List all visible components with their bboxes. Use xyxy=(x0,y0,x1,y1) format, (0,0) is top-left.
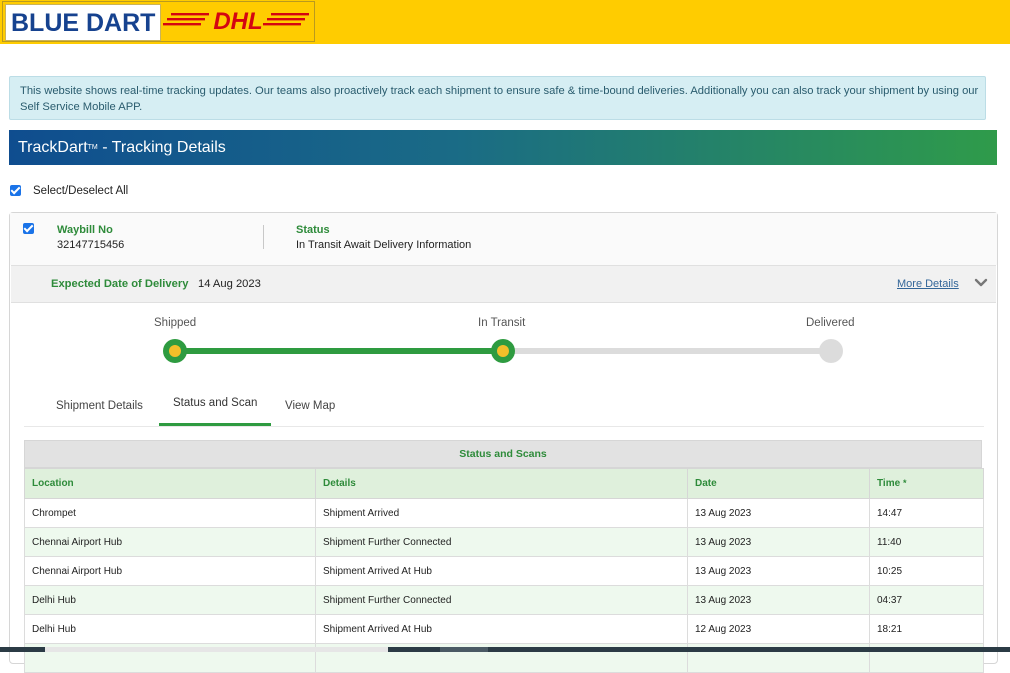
dhl-logo: DHL xyxy=(163,4,313,39)
waybill-label: Waybill No xyxy=(57,224,113,236)
cell-location: Delhi Hub xyxy=(24,585,316,615)
cell-time: 14:47 xyxy=(869,498,984,528)
column-header-location[interactable]: Location xyxy=(24,468,316,499)
step-label-shipped: Shipped xyxy=(154,317,197,329)
cell-location: Delhi Hub xyxy=(24,614,316,644)
column-header-date[interactable]: Date xyxy=(687,468,870,499)
trademark-mark: TM xyxy=(87,144,98,151)
cell-date: 13 Aug 2023 xyxy=(687,585,870,615)
cell-time: 18:21 xyxy=(869,614,984,644)
table-row: Delhi Hub Shipment Further Connected 13 … xyxy=(24,585,984,615)
dhl-logo-text: DHL xyxy=(213,8,262,35)
step-node-in-transit xyxy=(491,339,515,363)
scrollbar-thumb[interactable] xyxy=(45,647,388,652)
cell-details: Shipment Further Connected xyxy=(315,585,688,615)
brand-logo[interactable]: BLUE DART DHL xyxy=(2,1,315,42)
shipment-summary: Waybill No 32147715456 Status In Transit… xyxy=(10,213,997,265)
cell-date: 13 Aug 2023 xyxy=(687,498,870,528)
cell-time: 11:40 xyxy=(869,527,984,557)
cell-location: Chennai Airport Hub xyxy=(24,556,316,586)
cell-details: Shipment Further Connected xyxy=(315,527,688,557)
cell-details: Shipment Arrived xyxy=(315,498,688,528)
cell-details: Shipment Arrived At Hub xyxy=(315,556,688,586)
status-value: In Transit Await Delivery Information xyxy=(296,239,472,251)
bottom-scrollbar[interactable] xyxy=(0,647,1010,652)
select-all-label[interactable]: Select/Deselect All xyxy=(33,185,128,197)
shipment-checkbox[interactable] xyxy=(23,223,34,234)
cell-date: 12 Aug 2023 xyxy=(687,614,870,644)
brand-header: BLUE DART DHL xyxy=(0,0,1010,44)
table-row: Delhi Hub Shipment Arrived At Hub 12 Aug… xyxy=(24,614,984,644)
shipment-card: Waybill No 32147715456 Status In Transit… xyxy=(9,212,998,673)
info-alert: This website shows real-time tracking up… xyxy=(9,76,986,120)
table-row: Chrompet Shipment Arrived 13 Aug 2023 14… xyxy=(24,498,984,528)
chevron-down-icon[interactable] xyxy=(974,277,988,289)
sort-indicator-icon: * xyxy=(902,478,907,488)
tab-status-and-scan[interactable]: Status and Scan xyxy=(173,397,257,409)
step-node-shipped xyxy=(163,339,187,363)
table-row: Chennai Airport Hub Shipment Further Con… xyxy=(24,527,984,557)
expected-delivery-bar: Expected Date of Delivery 14 Aug 2023 Mo… xyxy=(11,265,996,303)
cell-location: Chrompet xyxy=(24,498,316,528)
cell-time: 10:25 xyxy=(869,556,984,586)
bluedart-logo-text: BLUE DART xyxy=(11,9,156,37)
column-header-time[interactable]: Time * xyxy=(869,468,984,499)
tab-shipment-details[interactable]: Shipment Details xyxy=(56,400,143,412)
page-title-prefix: TrackDart xyxy=(18,139,88,156)
scans-table: Location Details Date Time * Chrompet Sh… xyxy=(24,468,984,673)
cell-details: Shipment Arrived At Hub xyxy=(315,614,688,644)
cell-location: Chennai Airport Hub xyxy=(24,527,316,557)
edd-label: Expected Date of Delivery xyxy=(51,278,189,290)
bluedart-logo: BLUE DART xyxy=(5,4,161,41)
select-all-checkbox[interactable] xyxy=(10,185,21,196)
status-label: Status xyxy=(296,224,330,236)
summary-divider xyxy=(263,225,264,249)
column-header-details[interactable]: Details xyxy=(315,468,688,499)
waybill-number: 32147715456 xyxy=(57,239,125,251)
step-label-delivered: Delivered xyxy=(806,317,855,329)
cell-time: 04:37 xyxy=(869,585,984,615)
table-row: Chennai Airport Hub Shipment Arrived At … xyxy=(24,556,984,586)
scrollbar-segment xyxy=(440,647,488,652)
tab-view-map[interactable]: View Map xyxy=(285,400,335,412)
column-header-time-label: Time xyxy=(877,478,901,489)
edd-value: 14 Aug 2023 xyxy=(198,278,261,290)
step-label-in-transit: In Transit xyxy=(478,317,526,329)
page-title: TrackDartTM - Tracking Details xyxy=(9,130,997,165)
page-title-suffix: - Tracking Details xyxy=(97,139,226,156)
active-tab-indicator xyxy=(159,423,271,426)
cell-date: 13 Aug 2023 xyxy=(687,527,870,557)
table-header-row: Location Details Date Time * xyxy=(24,468,984,499)
step-node-delivered xyxy=(819,339,843,363)
more-details-link[interactable]: More Details xyxy=(897,278,959,290)
cell-date: 13 Aug 2023 xyxy=(687,556,870,586)
tabs-baseline xyxy=(24,426,984,427)
progress-fill xyxy=(175,348,503,354)
scans-table-title: Status and Scans xyxy=(24,440,982,468)
